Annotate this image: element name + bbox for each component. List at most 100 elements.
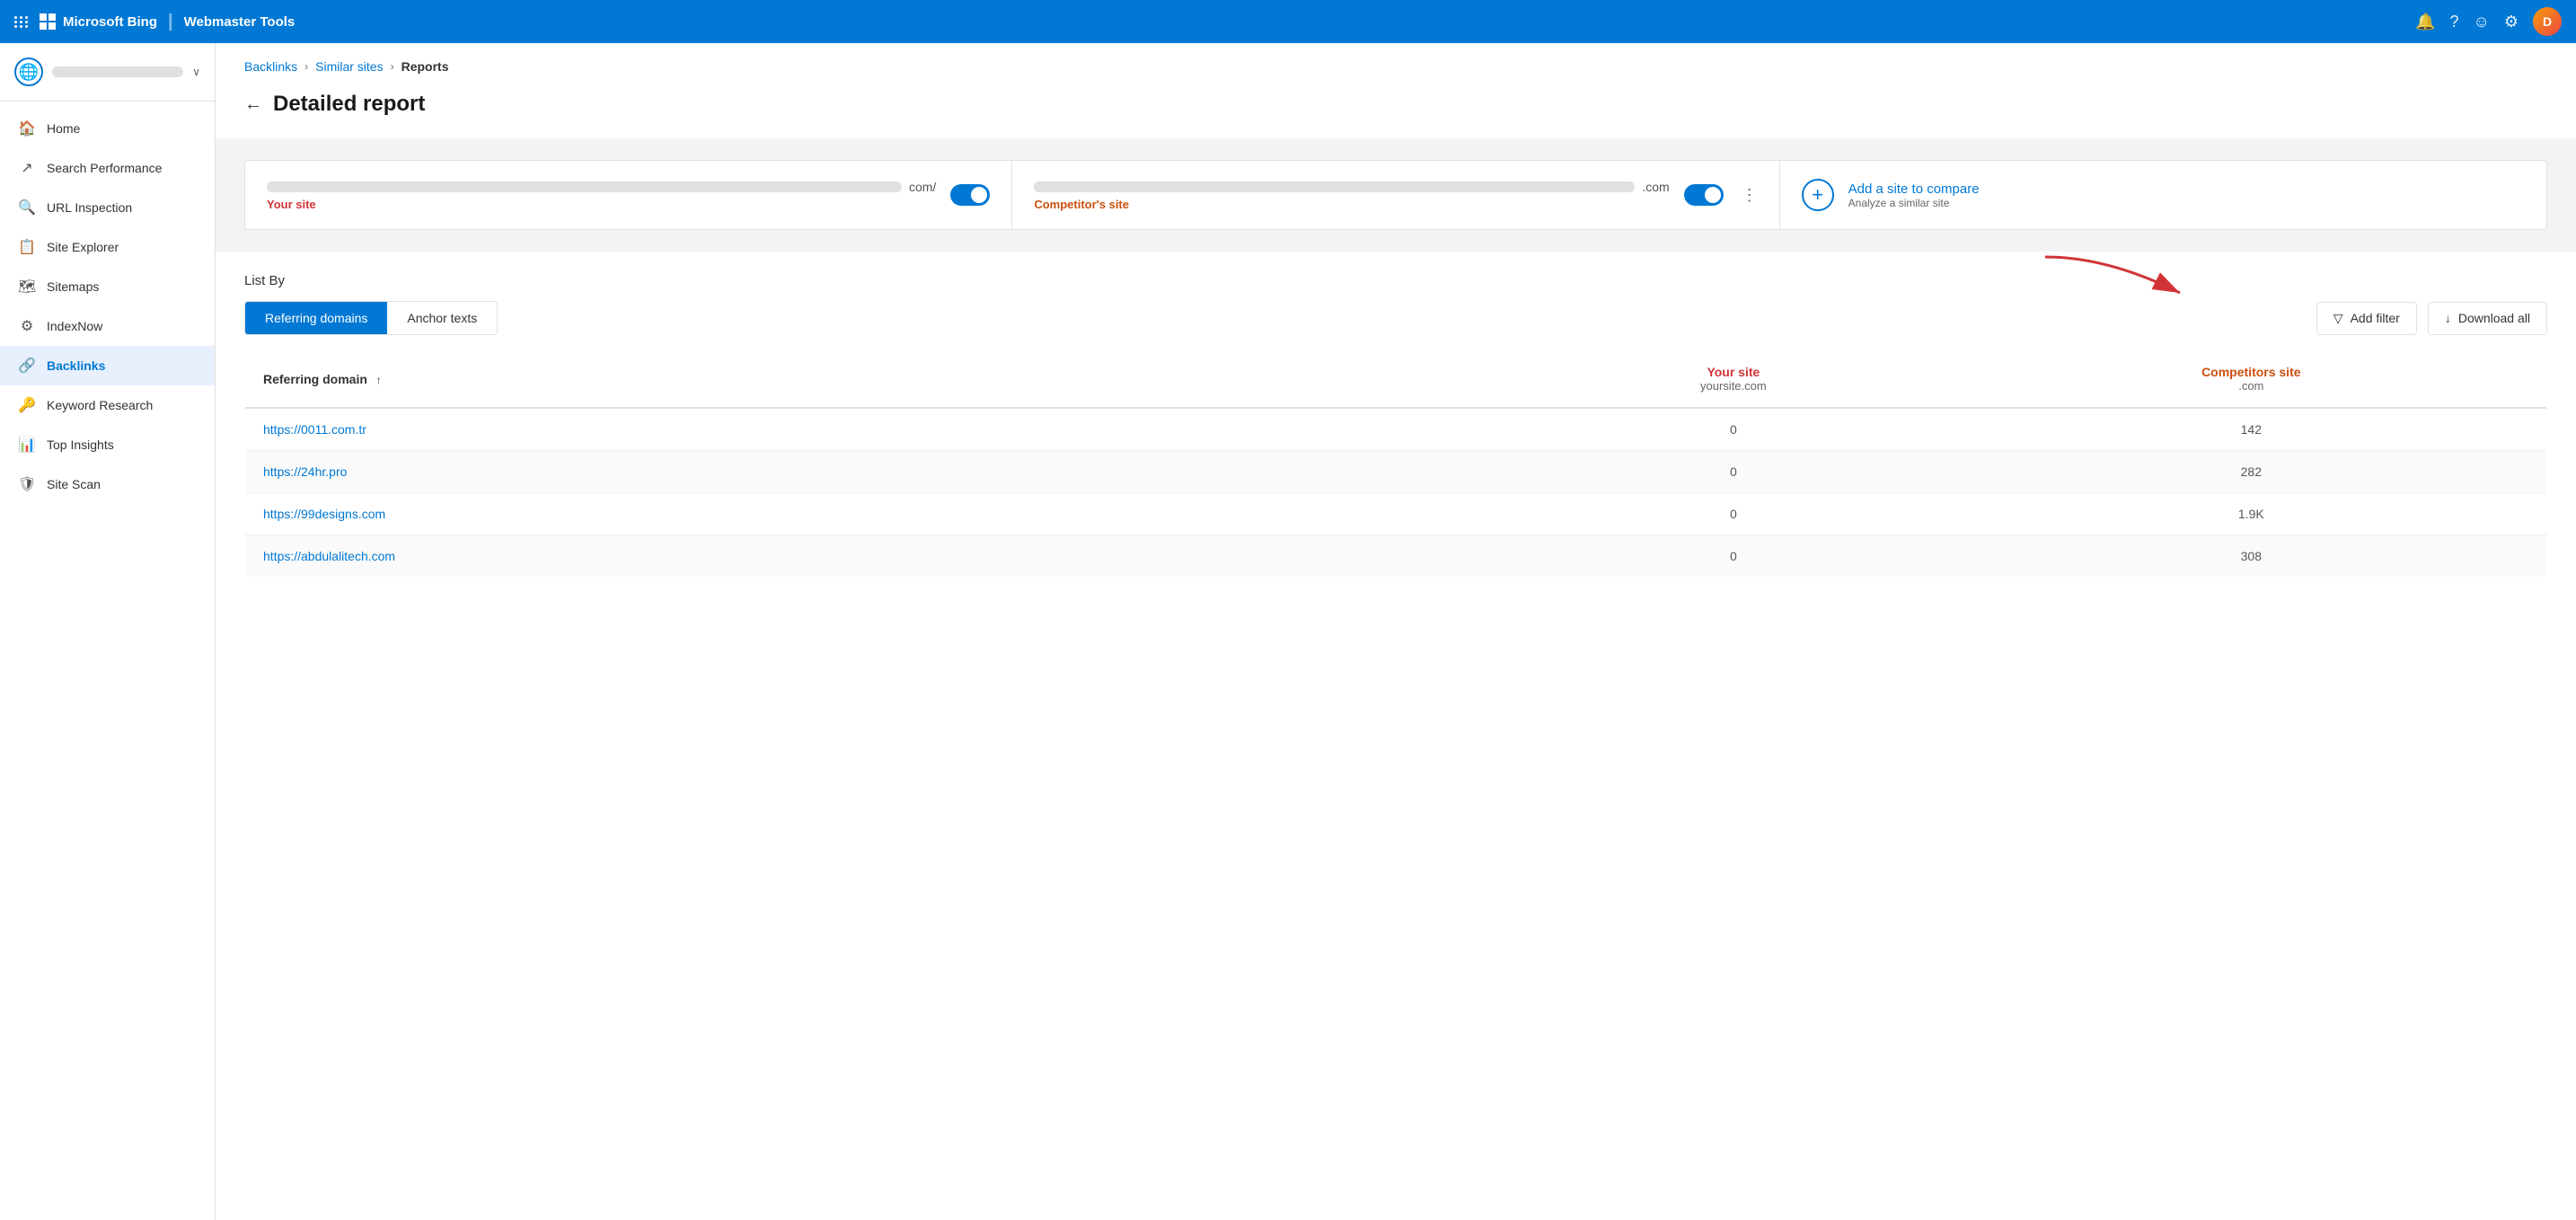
table-row: https://99designs.com 0 1.9K <box>245 493 2547 535</box>
comparison-cards: com/ Your site .com Com <box>244 160 2547 230</box>
download-all-label: Download all <box>2458 311 2530 325</box>
sidebar-label-search-performance: Search Performance <box>47 161 162 175</box>
sidebar-item-keyword-research[interactable]: 🔑 Keyword Research <box>0 385 215 425</box>
sidebar-label-url-inspection: URL Inspection <box>47 200 132 215</box>
sidebar-label-top-insights: Top Insights <box>47 438 114 452</box>
user-avatar[interactable]: D <box>2533 7 2562 36</box>
domain-cell: https://0011.com.tr <box>245 408 1512 451</box>
breadcrumb: Backlinks › Similar sites › Reports <box>216 43 2576 84</box>
site-explorer-icon: 📋 <box>18 238 36 256</box>
annotation-arrow <box>2036 252 2198 302</box>
feedback-icon[interactable]: ☺ <box>2473 13 2489 31</box>
your-site-url-bar <box>267 181 902 192</box>
competitor-col-sub: .com <box>1974 379 2528 393</box>
tab-anchor-texts[interactable]: Anchor texts <box>387 302 497 334</box>
topnav-right: 🔔 ? ☺ ⚙ D <box>2415 7 2562 36</box>
competitor-toggle-knob <box>1705 187 1721 203</box>
competitor-col-header: Competitors site <box>1974 365 2528 379</box>
domain-link[interactable]: https://24hr.pro <box>263 464 347 479</box>
sidebar-label-keyword-research: Keyword Research <box>47 398 153 412</box>
breadcrumb-similar-sites[interactable]: Similar sites <box>315 59 383 74</box>
sidebar-item-url-inspection[interactable]: 🔍 URL Inspection <box>0 188 215 227</box>
brand-divider: | <box>168 12 173 32</box>
competitor-site-label: Competitor's site <box>1034 198 1669 211</box>
settings-icon[interactable]: ⚙ <box>2504 13 2519 31</box>
your-count-cell: 0 <box>1511 493 1955 535</box>
breadcrumb-backlinks[interactable]: Backlinks <box>244 59 297 74</box>
your-site-card: com/ Your site <box>245 161 1012 229</box>
url-inspection-icon: 🔍 <box>18 199 36 217</box>
referring-domains-table: Referring domain ↑ Your site yoursite.co… <box>244 349 2547 578</box>
backlinks-icon: 🔗 <box>18 357 36 375</box>
download-all-button[interactable]: ↓ Download all <box>2428 302 2547 335</box>
back-button[interactable]: ← <box>244 94 262 115</box>
add-icon: + <box>1802 179 1834 211</box>
sidebar-nav: 🏠 Home ↗ Search Performance 🔍 URL Inspec… <box>0 102 215 511</box>
download-icon: ↓ <box>2445 311 2451 325</box>
bell-icon[interactable]: 🔔 <box>2415 13 2435 31</box>
sidebar-item-backlinks[interactable]: 🔗 Backlinks <box>0 346 215 385</box>
sidebar-item-indexnow[interactable]: ⚙ IndexNow <box>0 306 215 346</box>
your-site-col-sub: yoursite.com <box>1529 379 1937 393</box>
apps-icon[interactable] <box>14 16 29 28</box>
th-your-site: Your site yoursite.com <box>1511 350 1955 409</box>
your-count-cell: 0 <box>1511 408 1955 451</box>
add-site-card[interactable]: + Add a site to compare Analyze a simila… <box>1780 161 2546 229</box>
filter-icon: ▽ <box>2333 311 2343 326</box>
comp-count-cell: 142 <box>1956 408 2547 451</box>
windows-icon <box>40 13 56 30</box>
competitor-site-url-bar <box>1034 181 1635 192</box>
help-icon[interactable]: ? <box>2449 13 2458 31</box>
domain-link[interactable]: https://99designs.com <box>263 507 385 521</box>
main-content: Backlinks › Similar sites › Reports ← De… <box>216 43 2576 1220</box>
sidebar-label-indexnow: IndexNow <box>47 319 102 333</box>
sidebar-item-search-performance[interactable]: ↗ Search Performance <box>0 148 215 188</box>
your-site-domain-suffix: com/ <box>909 180 936 194</box>
page-header: ← Detailed report <box>216 84 2576 138</box>
your-site-toggle-knob <box>971 187 987 203</box>
breadcrumb-sep-2: › <box>391 60 394 73</box>
add-site-subtitle: Analyze a similar site <box>1848 197 1980 209</box>
more-options-icon[interactable]: ⋮ <box>1742 186 1758 205</box>
site-selector[interactable]: 🌐 ∨ <box>0 43 215 102</box>
add-filter-label: Add filter <box>2351 311 2400 325</box>
sidebar-item-site-scan[interactable]: 🛡 Site Scan <box>0 464 215 504</box>
comp-count-cell: 1.9K <box>1956 493 2547 535</box>
data-table-wrapper: Referring domain ↑ Your site yoursite.co… <box>216 349 2576 578</box>
comparison-area: com/ Your site .com Com <box>216 138 2576 252</box>
add-filter-button[interactable]: ▽ Add filter <box>2316 302 2417 335</box>
table-body: https://0011.com.tr 0 142 https://24hr.p… <box>245 408 2547 578</box>
main-layout: 🌐 ∨ 🏠 Home ↗ Search Performance 🔍 URL In… <box>0 43 2576 1220</box>
tool-name: Webmaster Tools <box>184 14 296 30</box>
competitor-site-info: .com Competitor's site <box>1034 180 1669 211</box>
page-title: Detailed report <box>273 92 425 117</box>
domain-link[interactable]: https://0011.com.tr <box>263 422 366 437</box>
add-site-text: Add a site to compare Analyze a similar … <box>1848 181 1980 209</box>
sidebar-item-home[interactable]: 🏠 Home <box>0 109 215 148</box>
competitor-toggle[interactable] <box>1684 184 1724 206</box>
your-site-info: com/ Your site <box>267 180 936 211</box>
sidebar-label-sitemaps: Sitemaps <box>47 279 99 294</box>
site-url-display <box>52 66 183 77</box>
th-domain: Referring domain ↑ <box>245 350 1512 409</box>
comp-count-cell: 282 <box>1956 451 2547 493</box>
chevron-down-icon: ∨ <box>192 66 200 78</box>
th-domain-label: Referring domain <box>263 372 367 386</box>
domain-cell: https://24hr.pro <box>245 451 1512 493</box>
sidebar-label-site-scan: Site Scan <box>47 477 101 491</box>
competitor-site-card: .com Competitor's site ⋮ <box>1012 161 1779 229</box>
site-scan-icon: 🛡 <box>18 475 36 493</box>
your-site-toggle[interactable] <box>950 184 990 206</box>
brand-name: Microsoft Bing <box>63 14 157 30</box>
top-navigation: Microsoft Bing | Webmaster Tools 🔔 ? ☺ ⚙… <box>0 0 2576 43</box>
tab-referring-domains[interactable]: Referring domains <box>245 302 387 334</box>
insights-icon: 📊 <box>18 436 36 454</box>
competitor-site-domain-suffix: .com <box>1642 180 1669 194</box>
domain-link[interactable]: https://abdulalitech.com <box>263 549 395 563</box>
your-site-label: Your site <box>267 198 936 211</box>
sort-icon[interactable]: ↑ <box>376 374 382 386</box>
sidebar-item-sitemaps[interactable]: 🗺 Sitemaps <box>0 267 215 306</box>
sidebar-item-top-insights[interactable]: 📊 Top Insights <box>0 425 215 464</box>
sidebar-item-site-explorer[interactable]: 📋 Site Explorer <box>0 227 215 267</box>
brand-logo: Microsoft Bing | Webmaster Tools <box>40 12 295 32</box>
